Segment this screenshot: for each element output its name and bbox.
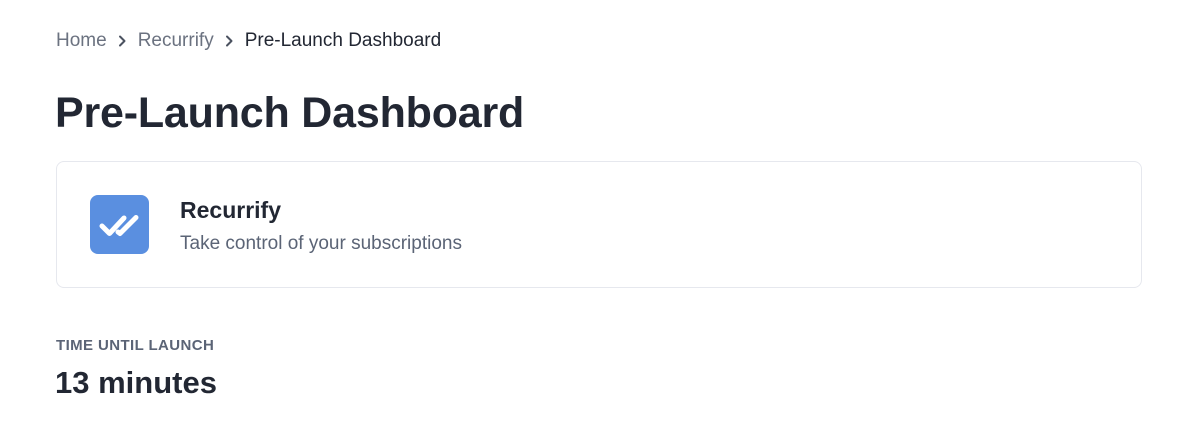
- chevron-right-icon: [107, 29, 138, 53]
- pre-launch-dashboard-page: Home Recurrify Pre-Launch Dashboard Pre-…: [0, 0, 1200, 431]
- breadcrumb-recurrify-link[interactable]: Recurrify: [138, 30, 214, 52]
- page-title: Pre-Launch Dashboard: [55, 89, 525, 137]
- double-check-icon: [90, 195, 149, 254]
- product-name: Recurrify: [180, 197, 281, 223]
- time-until-launch-value: 13 minutes: [55, 365, 217, 400]
- breadcrumb-current-page: Pre-Launch Dashboard: [244, 30, 442, 51]
- chevron-right-icon: [214, 29, 245, 53]
- breadcrumb: Home Recurrify Pre-Launch Dashboard: [56, 29, 441, 53]
- breadcrumb-home-link[interactable]: Home: [56, 30, 107, 52]
- product-card: Recurrify Take control of your subscript…: [56, 161, 1142, 288]
- product-tagline: Take control of your subscriptions: [180, 233, 462, 254]
- time-until-launch-label: TIME UNTIL LAUNCH: [56, 337, 215, 354]
